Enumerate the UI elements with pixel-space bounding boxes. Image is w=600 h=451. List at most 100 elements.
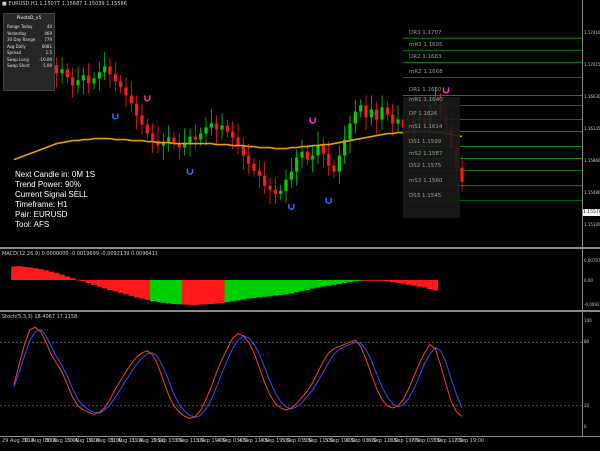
candle-body — [332, 165, 336, 172]
current-price-tag: 1.15570 — [583, 209, 600, 216]
candle-body — [71, 77, 75, 86]
info-row-value: 779 — [44, 37, 52, 42]
candle-body — [284, 179, 288, 191]
macd-bar — [165, 280, 172, 304]
time-axis[interactable]: 29 Aug 2018 30 Aug 03:00 30 Aug 11:00 30 Au… — [0, 436, 600, 451]
signal-arrow-icon — [309, 117, 316, 124]
macd-bar — [64, 276, 71, 280]
stochastic-svg[interactable] — [0, 313, 582, 435]
macd-bar — [107, 280, 113, 290]
macd-bar — [37, 269, 44, 280]
mt4-chart-window: ■ EURUSD,H1 1.15077 1.15687 1.15039 1.15… — [0, 0, 600, 450]
candle-body — [375, 109, 379, 120]
pivot-label: DR3 1.1707 — [409, 30, 442, 37]
macd-panel[interactable] — [0, 250, 582, 310]
candle-body — [135, 103, 139, 116]
macd-bar — [85, 280, 92, 283]
price-scale-label: 1.15480 — [584, 190, 600, 195]
macd-header: MACD(12,26,9) 0.0000000 -0.0019699 -0.00… — [2, 251, 159, 257]
stochastic-panel[interactable] — [0, 313, 582, 435]
candle-body — [391, 114, 395, 124]
stochastic-scale-label: 0 — [584, 424, 587, 429]
macd-bar — [256, 280, 263, 298]
signal-arrow-icon — [112, 113, 119, 120]
macd-bar — [197, 280, 204, 305]
price-scale-label: 1.17015 — [584, 62, 600, 67]
candle-body — [364, 105, 368, 118]
candle-body — [231, 131, 235, 138]
candle-body — [124, 87, 128, 96]
time-axis-label: 7 Sep 19:00 — [454, 438, 485, 444]
macd-bar — [288, 280, 295, 294]
macd-bar — [240, 280, 247, 300]
panel-separator[interactable] — [0, 247, 600, 249]
macd-bar — [267, 280, 273, 297]
candle-body — [359, 105, 363, 112]
macd-bar — [160, 280, 167, 303]
macd-bar — [48, 271, 55, 280]
macd-bar — [277, 280, 284, 295]
macd-scale-label: -0.009224 — [584, 302, 600, 307]
candle-body — [140, 115, 144, 125]
candle-body — [327, 153, 331, 166]
macd-bar — [21, 266, 28, 280]
trend-power-text: Trend Power: 90% — [15, 180, 81, 189]
macd-bar — [363, 280, 369, 281]
info-row-key: Range Today — [7, 24, 33, 29]
pivot-label: DP 1.1626 — [409, 111, 438, 118]
pivot-label: mS1 1.1614 — [409, 123, 443, 130]
macd-bar — [405, 280, 412, 285]
macd-scale[interactable]: 0.007071 0.00 -0.009224 — [583, 250, 600, 310]
pivot-label: mS3 1.1560 — [409, 177, 443, 184]
info-row-value: 1.5 — [45, 50, 52, 55]
candle-body — [257, 170, 261, 176]
panel-separator[interactable] — [0, 310, 600, 312]
candle-body — [295, 157, 299, 172]
candle-body — [220, 125, 224, 130]
signal-arrow-icon — [442, 87, 450, 94]
info-row-key: Spread — [7, 50, 22, 55]
macd-bar — [27, 267, 33, 280]
candle-body — [348, 123, 352, 140]
signal-arrow-icon — [186, 168, 194, 175]
macd-bar — [16, 266, 23, 280]
macd-bar — [432, 280, 439, 291]
signal-arrow-icon — [288, 203, 295, 211]
pivot-label: DR2 1.1683 — [409, 54, 442, 61]
pair-text: Pair: EURUSD — [15, 210, 68, 219]
macd-bar — [133, 280, 140, 298]
candle-body — [97, 72, 101, 79]
macd-bar — [123, 280, 129, 295]
candle-body — [215, 123, 219, 130]
macd-svg[interactable] — [0, 250, 582, 310]
macd-bar — [304, 280, 311, 290]
macd-bar — [96, 280, 103, 287]
candle-body — [268, 185, 272, 190]
info-row-key: 30 Day Range — [7, 37, 36, 42]
info-row-value: 5.00 — [43, 63, 52, 68]
candle-body — [119, 81, 123, 88]
macd-bar — [224, 280, 231, 303]
macd-bar — [43, 270, 49, 280]
signal-arrow-icon — [325, 197, 332, 205]
macd-bar — [187, 280, 193, 305]
candle-body — [305, 151, 309, 160]
macd-scale-label: 0.00 — [584, 278, 593, 283]
macd-bar — [112, 280, 119, 292]
macd-bar — [357, 280, 364, 281]
stochastic-scale-label: 20 — [584, 402, 590, 408]
candle-body — [252, 163, 256, 171]
macd-bar — [299, 280, 305, 292]
candle-body — [92, 78, 96, 84]
stochastic-scale[interactable]: 100 80 20 0 — [583, 313, 600, 435]
macd-bar — [331, 280, 337, 285]
tool-text: Tool: AFS — [15, 220, 50, 229]
macd-bar — [347, 280, 353, 283]
candle-body — [337, 155, 341, 172]
macd-bar — [251, 280, 257, 298]
price-scale-label: 1.15100 — [584, 222, 600, 227]
pivot-label: mR2 1.1668 — [409, 69, 443, 76]
macd-bar — [128, 280, 135, 296]
macd-bar — [411, 280, 417, 286]
candle-body — [87, 75, 91, 84]
